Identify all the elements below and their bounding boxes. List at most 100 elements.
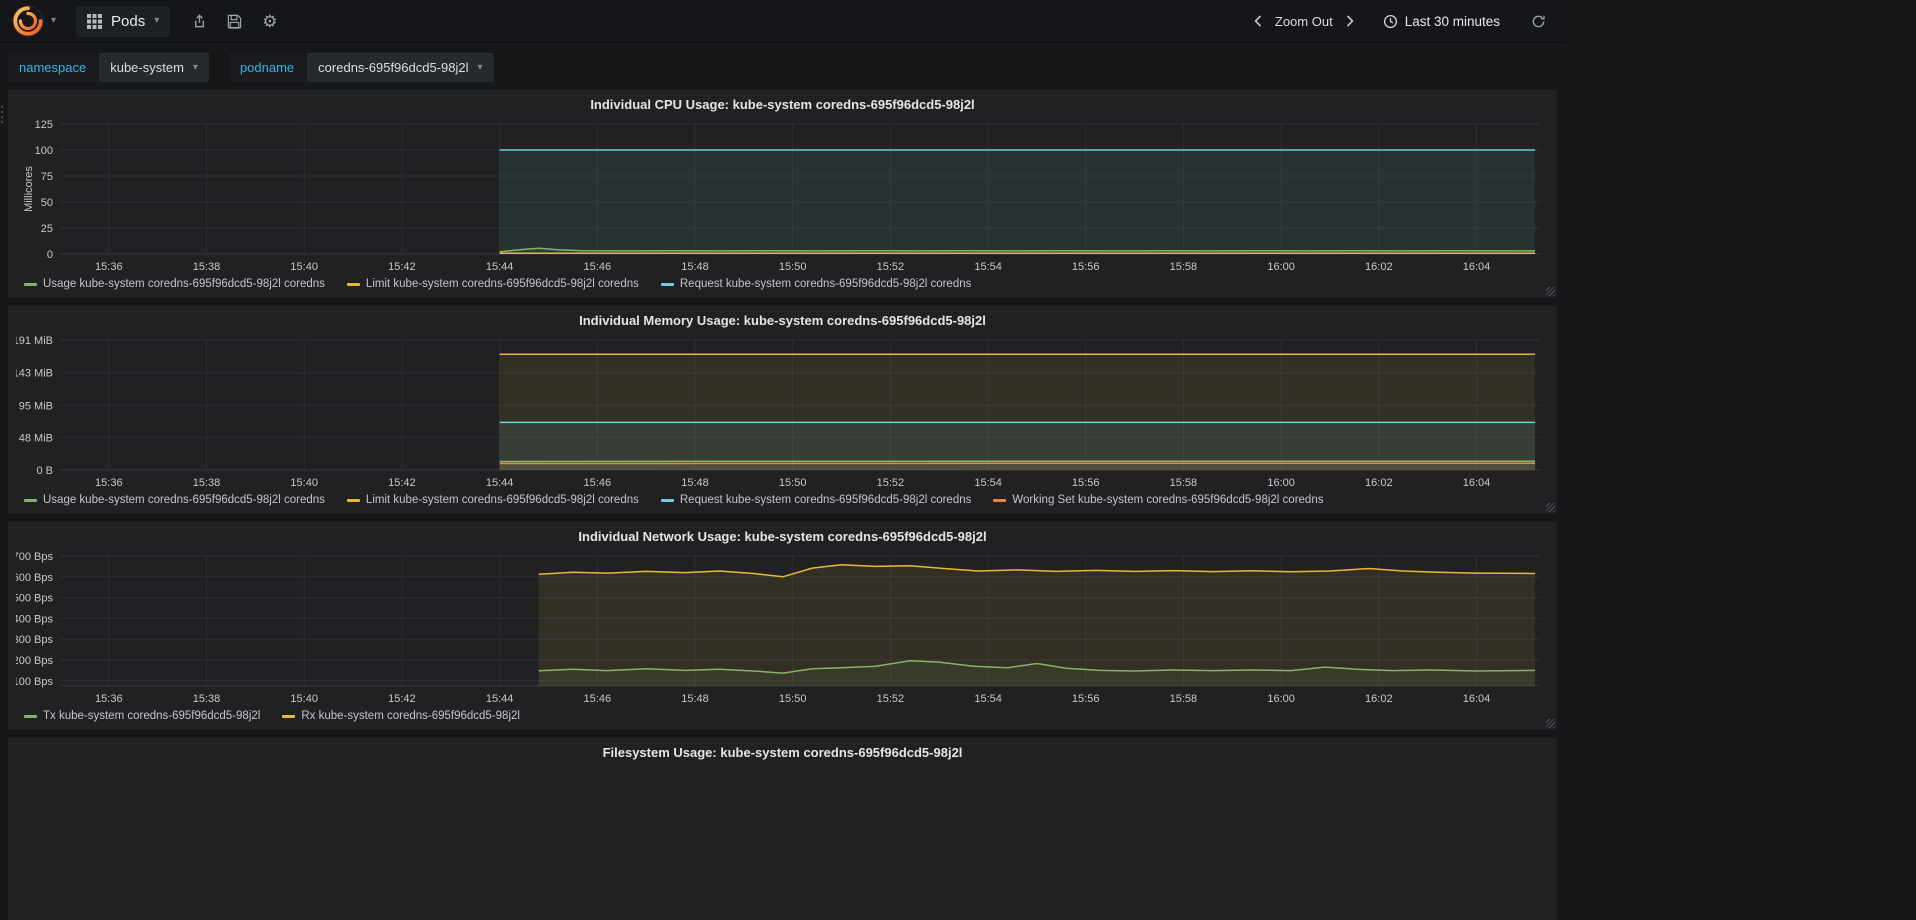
svg-text:15:46: 15:46 [584, 261, 612, 273]
row-drag-handle[interactable] [1, 106, 3, 123]
svg-text:15:54: 15:54 [974, 261, 1002, 273]
panel-title-cpu[interactable]: Individual CPU Usage: kube-system coredn… [16, 96, 1549, 116]
panel-filesystem: Filesystem Usage: kube-system coredns-69… [8, 738, 1557, 920]
caret-down-icon: ▾ [477, 61, 483, 73]
caret-down-icon: ▾ [192, 61, 198, 73]
network-legend: Tx kube-system coredns-695f96dcd5-98j2l R… [16, 706, 1549, 726]
panel-title-filesystem[interactable]: Filesystem Usage: kube-system coredns-69… [16, 744, 1549, 764]
refresh-button[interactable] [1524, 8, 1553, 35]
caret-down-icon: ▾ [51, 15, 57, 26]
svg-text:15:42: 15:42 [388, 477, 416, 489]
svg-text:15:44: 15:44 [486, 693, 514, 705]
svg-text:16:00: 16:00 [1267, 261, 1295, 273]
svg-text:400 Bps: 400 Bps [16, 613, 53, 625]
svg-text:15:38: 15:38 [193, 477, 221, 489]
svg-text:16:02: 16:02 [1365, 261, 1393, 273]
cpu-chart-area: 0 25 50 75 100 125 15:36 15:38 15:40 15:42 15:44 15… [16, 116, 1549, 274]
svg-text:200 Bps: 200 Bps [16, 655, 53, 667]
gear-icon: ⚙ [262, 11, 278, 31]
svg-text:15:56: 15:56 [1072, 261, 1100, 273]
zoom-out-button[interactable]: Zoom Out [1271, 8, 1337, 35]
legend-item[interactable]: Working Set kube-system coredns-695f96dc… [993, 494, 1323, 506]
svg-text:15:40: 15:40 [290, 261, 318, 273]
svg-text:0 B: 0 B [36, 465, 53, 477]
caret-down-icon: ▾ [154, 15, 160, 26]
svg-text:15:56: 15:56 [1072, 477, 1100, 489]
svg-text:100: 100 [35, 145, 53, 157]
chevron-right-icon [1346, 15, 1354, 27]
panel-title-memory[interactable]: Individual Memory Usage: kube-system cor… [16, 312, 1549, 332]
dashboard-grid-icon [87, 13, 103, 29]
legend-item[interactable]: Usage kube-system coredns-695f96dcd5-98j… [24, 278, 325, 290]
svg-text:15:48: 15:48 [681, 477, 709, 489]
time-range-label: Last 30 minutes [1404, 13, 1500, 29]
svg-text:16:00: 16:00 [1267, 693, 1295, 705]
panel-memory: Individual Memory Usage: kube-system cor… [8, 306, 1557, 514]
variable-label-namespace: namespace [8, 53, 98, 82]
svg-text:16:04: 16:04 [1463, 261, 1491, 273]
share-button[interactable] [182, 8, 217, 35]
y-axis-label-millicores: Millicores [23, 166, 35, 212]
svg-text:15:48: 15:48 [681, 261, 709, 273]
memory-usage-chart[interactable]: 0 B 48 MiB 95 MiB 143 MiB 191 MiB 15:36 15:38 1… [16, 332, 1548, 490]
cpu-usage-chart[interactable]: 0 25 50 75 100 125 15:36 15:38 15:40 15:42 15:44 15… [16, 116, 1548, 274]
save-button[interactable] [217, 8, 252, 35]
legend-item[interactable]: Request kube-system coredns-695f96dcd5-9… [660, 278, 971, 290]
svg-text:16:02: 16:02 [1365, 693, 1393, 705]
refresh-icon [1532, 15, 1545, 27]
panel-resize-handle[interactable] [1546, 287, 1555, 296]
time-shift-forward-button[interactable] [1337, 8, 1363, 34]
chevron-left-icon [1254, 15, 1261, 27]
legend-item[interactable]: Request kube-system coredns-695f96dcd5-9… [660, 494, 971, 506]
variable-dropdown-podname[interactable]: coredns-695f96dcd5-98j2l ▾ [307, 53, 494, 82]
variable-dropdown-namespace[interactable]: kube-system ▾ [99, 53, 209, 82]
memory-legend: Usage kube-system coredns-695f96dcd5-98j… [16, 490, 1549, 510]
svg-text:191 MiB: 191 MiB [16, 335, 53, 347]
svg-text:15:46: 15:46 [584, 693, 612, 705]
panel-title-network[interactable]: Individual Network Usage: kube-system co… [16, 528, 1549, 548]
variable-podname: podname coredns-695f96dcd5-98j2l ▾ [228, 53, 494, 82]
svg-text:15:36: 15:36 [95, 693, 123, 705]
grafana-menu-button[interactable]: ▾ [12, 5, 56, 37]
svg-text:15:38: 15:38 [193, 693, 221, 705]
grafana-logo-icon [12, 5, 44, 37]
grafana-app: ▾ Pods ▾ ⚙ Zoom Out Last 30 minutes name… [0, 0, 1565, 920]
legend-item[interactable]: Usage kube-system coredns-695f96dcd5-98j… [24, 494, 325, 506]
svg-text:500 Bps: 500 Bps [16, 593, 53, 605]
legend-item[interactable]: Rx kube-system coredns-695f96dcd5-98j2l [282, 710, 520, 722]
panel-resize-handle[interactable] [1546, 503, 1555, 512]
svg-text:50: 50 [41, 197, 53, 209]
svg-text:15:46: 15:46 [584, 477, 612, 489]
variable-value-namespace: kube-system [110, 60, 184, 75]
variable-value-podname: coredns-695f96dcd5-98j2l [318, 60, 469, 75]
svg-text:15:58: 15:58 [1170, 477, 1198, 489]
svg-text:16:02: 16:02 [1365, 477, 1393, 489]
svg-text:15:52: 15:52 [877, 261, 905, 273]
legend-item[interactable]: Tx kube-system coredns-695f96dcd5-98j2l [24, 710, 260, 722]
dashboard-picker-button[interactable]: Pods ▾ [76, 5, 171, 37]
time-shift-back-button[interactable] [1245, 8, 1271, 34]
navbar: ▾ Pods ▾ ⚙ Zoom Out Last 30 minutes [0, 0, 1565, 43]
svg-text:15:54: 15:54 [974, 693, 1002, 705]
memory-chart-area: 0 B 48 MiB 95 MiB 143 MiB 191 MiB 15:36 15:38 1… [16, 332, 1549, 490]
svg-text:15:48: 15:48 [681, 693, 709, 705]
svg-text:15:50: 15:50 [779, 261, 807, 273]
svg-text:15:54: 15:54 [974, 477, 1002, 489]
settings-button[interactable]: ⚙ [252, 7, 287, 36]
svg-text:15:50: 15:50 [779, 477, 807, 489]
svg-text:16:04: 16:04 [1463, 693, 1491, 705]
legend-item[interactable]: Limit kube-system coredns-695f96dcd5-98j… [346, 494, 639, 506]
time-range-button[interactable]: Last 30 minutes [1373, 8, 1510, 35]
svg-text:15:56: 15:56 [1072, 693, 1100, 705]
network-usage-chart[interactable]: 100 Bps 200 Bps 300 Bps 400 Bps 500 Bps 600 B… [16, 548, 1548, 706]
svg-text:600 Bps: 600 Bps [16, 572, 53, 584]
svg-text:125: 125 [35, 119, 53, 131]
panel-network: Individual Network Usage: kube-system co… [8, 522, 1557, 730]
svg-text:95 MiB: 95 MiB [19, 400, 53, 412]
panel-resize-handle[interactable] [1546, 719, 1555, 728]
svg-text:15:58: 15:58 [1170, 261, 1198, 273]
dashboard-title: Pods [111, 12, 146, 30]
cpu-legend: Usage kube-system coredns-695f96dcd5-98j… [16, 274, 1549, 294]
svg-text:16:00: 16:00 [1267, 477, 1295, 489]
legend-item[interactable]: Limit kube-system coredns-695f96dcd5-98j… [346, 278, 639, 290]
